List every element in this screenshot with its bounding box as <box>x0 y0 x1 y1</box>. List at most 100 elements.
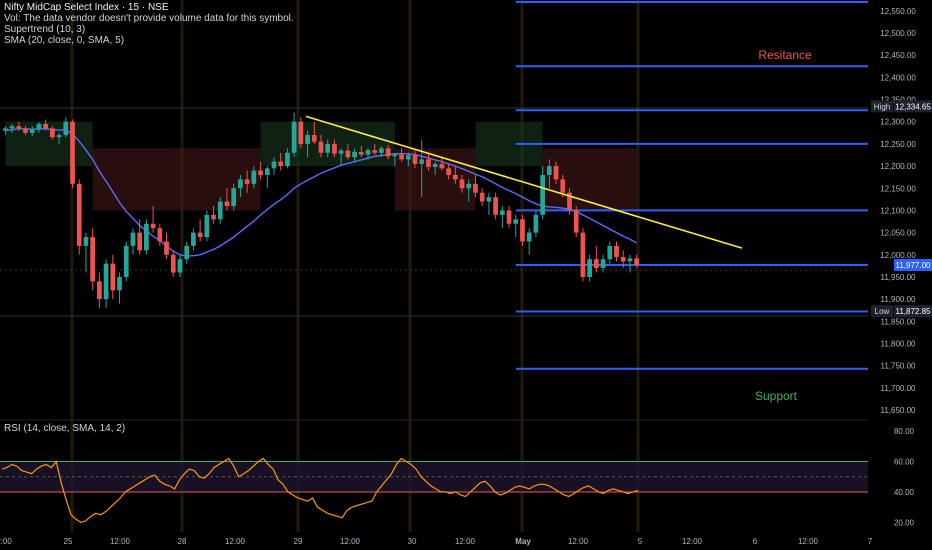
candle-body <box>217 201 223 220</box>
candle-body <box>164 241 169 255</box>
candle-body <box>56 135 62 138</box>
candle-body <box>345 150 351 158</box>
time-tick: 12:00 <box>340 537 361 546</box>
candle-body <box>70 121 75 184</box>
candle-body <box>23 128 28 133</box>
price-tick: 11,900.00 <box>881 295 917 304</box>
candle-body <box>419 159 425 164</box>
time-tick: 12:00 <box>568 537 589 546</box>
candle-body <box>352 151 357 158</box>
time-tick: 12:00 <box>455 537 476 546</box>
candle-body <box>627 258 633 262</box>
time-tick: 12:00 <box>682 537 703 546</box>
price-tick: 11,850.00 <box>881 317 917 326</box>
candle-body <box>493 197 498 215</box>
candle-body <box>150 223 156 229</box>
candle-body <box>76 183 82 246</box>
candle-body <box>399 154 404 160</box>
time-tick: 12:00 <box>110 537 131 546</box>
candle-body <box>224 201 230 206</box>
rsi-legend[interactable]: RSI (14, close, SMA, 14, 2) <box>4 423 125 434</box>
candle-body <box>264 168 270 175</box>
candle-body <box>285 152 290 167</box>
candle-body <box>506 210 512 224</box>
time-tick: 2:00 <box>0 537 12 546</box>
rsi-tick: 60.00 <box>894 457 915 466</box>
candle-body <box>593 259 599 269</box>
candle-body <box>392 154 398 157</box>
candle-body <box>211 214 216 220</box>
candle-body <box>90 237 96 282</box>
candle-body <box>560 179 566 193</box>
candle-body <box>540 174 545 215</box>
candle-body <box>379 148 384 153</box>
time-tick: May <box>515 537 531 546</box>
rsi-tick: 40.00 <box>894 488 915 497</box>
candle-body <box>271 161 277 169</box>
candle-body <box>473 183 478 193</box>
candle-body <box>587 259 592 277</box>
sma-legend[interactable]: SMA (20, close, 0, SMA, 5) <box>4 35 294 46</box>
volume-note: Vol: The data vendor doesn't provide vol… <box>4 13 294 24</box>
candle-body <box>123 245 129 277</box>
price-tick: 11,700.00 <box>881 384 917 393</box>
price-tag-value: 11,872.85 <box>896 307 932 316</box>
rsi-tick: 80.00 <box>894 427 915 436</box>
candle-body <box>157 228 163 242</box>
candle-body <box>170 254 176 273</box>
candle-body <box>520 219 525 242</box>
candle-body <box>499 210 505 215</box>
candle-body <box>50 128 55 138</box>
time-tick: 12:00 <box>225 537 246 546</box>
candle-body <box>573 210 579 233</box>
candle-body <box>305 135 310 144</box>
candle-body <box>546 166 552 175</box>
supertrend-legend[interactable]: Supertrend (10, 3) <box>4 24 294 35</box>
candle-body <box>83 237 89 246</box>
candle-body <box>311 135 317 142</box>
candle-body <box>177 259 183 273</box>
chart-header: Nifty MidCap Select Index · 15 · NSE Vol… <box>4 2 294 46</box>
candle-body <box>338 150 344 154</box>
candle-body <box>9 126 15 129</box>
candle-body <box>110 263 116 291</box>
candle-body <box>446 168 451 175</box>
candle-body <box>405 155 411 160</box>
symbol-title[interactable]: Nifty MidCap Select Index · 15 · NSE <box>4 2 294 13</box>
candle-body <box>97 281 102 300</box>
candle-body <box>553 166 559 180</box>
candle-body <box>117 276 122 291</box>
candle-body <box>231 188 237 206</box>
price-tick: 12,000.00 <box>880 251 916 260</box>
chart-canvas[interactable]: Resitance Support 12,550.00 12,500.00 12,450… <box>0 0 932 550</box>
candle-body <box>130 232 136 246</box>
price-tick: 12,400.00 <box>880 73 916 82</box>
price-tick: 12,100.00 <box>880 206 916 215</box>
candle-body <box>43 123 49 129</box>
candle-body <box>298 121 304 144</box>
candle-body <box>184 245 190 260</box>
candle-body <box>204 214 210 238</box>
candle-body <box>318 141 324 153</box>
candle-body <box>36 123 42 130</box>
candle-body <box>439 163 445 169</box>
price-tick: 12,200.00 <box>880 162 916 171</box>
time-tick: 7 <box>868 537 873 546</box>
candle-body <box>365 150 371 155</box>
candle-body <box>526 232 532 242</box>
candle-body <box>244 179 250 184</box>
price-tag-label: Low <box>875 307 890 316</box>
candle-body <box>486 197 492 202</box>
candle-body <box>620 257 626 262</box>
time-tick: 12:00 <box>798 537 819 546</box>
price-tag-label: High <box>874 102 890 111</box>
candle-body <box>607 245 613 260</box>
candle-body <box>278 161 284 167</box>
candle-body <box>358 151 364 155</box>
price-tick: 11,950.00 <box>881 273 917 282</box>
candle-body <box>291 121 297 153</box>
candle-body <box>432 163 438 167</box>
candle-body <box>452 174 458 180</box>
candle-body <box>466 183 472 189</box>
candle-body <box>533 214 539 233</box>
